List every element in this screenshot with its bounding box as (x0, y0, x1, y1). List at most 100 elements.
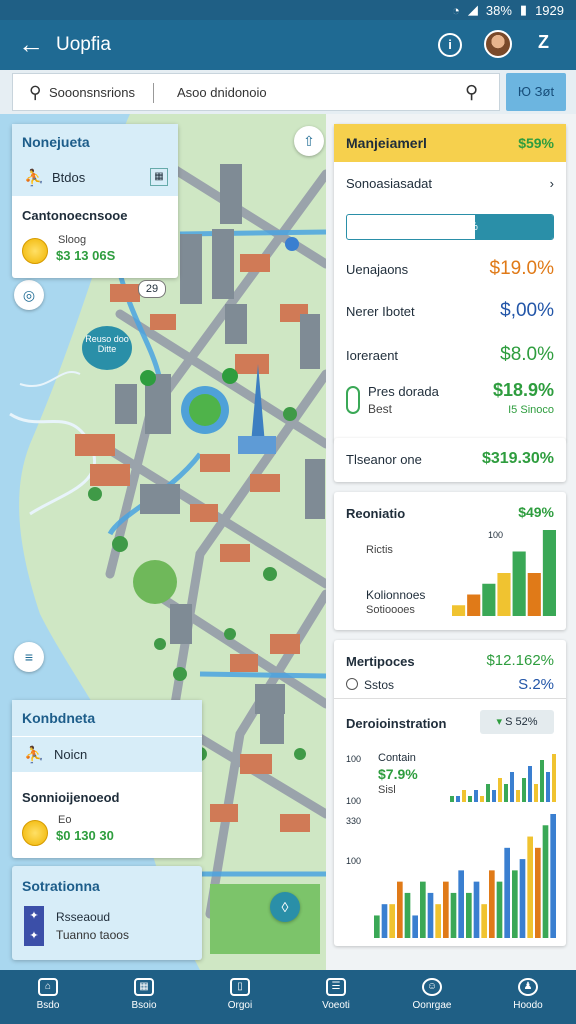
chart-bar (542, 530, 556, 616)
info-icon[interactable]: i (438, 33, 462, 57)
list-icon: ☰ (326, 978, 346, 996)
chart-bar (452, 605, 466, 616)
avatar[interactable] (484, 30, 512, 58)
nav-item-support[interactable]: ♟ Hoodo (480, 970, 576, 1024)
metrics-value: $12.162% (486, 652, 554, 669)
nav-item-calendar[interactable]: ▦ Bsoio (96, 970, 192, 1024)
metrics-sub-label: Sstos (364, 678, 395, 692)
chart-bar (492, 790, 496, 802)
chart1-value: $49% (518, 504, 554, 520)
total-label: Tlseanor one (346, 452, 422, 467)
bubble-line2: Ditte (97, 344, 117, 354)
chart1-svg (452, 530, 556, 616)
chart-bar (381, 904, 388, 938)
stat-label: Nerer Ibotet (346, 304, 415, 319)
chart-bar (542, 825, 549, 938)
progress-bar: $ı% (346, 214, 554, 240)
chart-bar (486, 784, 490, 802)
search-submit-icon[interactable]: ⚲ (465, 82, 478, 103)
y-tick: 100 (346, 796, 362, 806)
metrics-card: Mertipoces $12.162% Sstos S.2% Deroioins… (334, 640, 566, 946)
nav-label: Voeoti (322, 1000, 350, 1011)
stat-row: Nerer Ibotet $,00% (346, 300, 554, 321)
chart-bar (481, 904, 487, 938)
map-marker[interactable]: 29 (138, 280, 166, 298)
chart-bar (552, 754, 556, 802)
chart-bar (522, 778, 526, 802)
dist-legend-sub: Sisl (378, 784, 396, 796)
chart-bar (527, 836, 533, 938)
action-icon[interactable]: Z (538, 32, 549, 53)
pre-value: $18.9% (492, 380, 554, 400)
dropdown-row[interactable]: Sonoasiasadat › (346, 176, 554, 191)
search-input[interactable]: ⚲ Sooonsnsrions Asoo dnidonoio ⚲ (12, 73, 500, 111)
caret-down-icon: ▾ (496, 716, 503, 728)
chart-bar (480, 796, 484, 802)
map-card-bottom2-line2: Tuanno taoos (56, 928, 129, 942)
map-bubble[interactable]: Reuso doo Ditte (82, 326, 132, 370)
chart-bar (462, 790, 466, 802)
dist-badge[interactable]: ▾ S 52% (480, 710, 554, 734)
signal-icon: ◢ (467, 2, 478, 17)
metrics-label: Mertipoces (346, 654, 415, 669)
chart1-label1: Rictis (366, 544, 393, 556)
chart-bar (374, 915, 380, 938)
chart-bar (450, 892, 457, 938)
bike-icon: ⛹ (24, 747, 44, 764)
chart-bar (510, 772, 514, 802)
calendar-icon[interactable]: ▦ (150, 168, 168, 186)
layers-icon[interactable]: ≡ (14, 642, 44, 672)
city-map[interactable]: ⇧ ◎ ≡ ◊ Reuso doo Ditte Nonejueta ⛹ Btdo… (0, 114, 326, 970)
building-icon: ✦ ✦ (24, 906, 44, 946)
map-card-top[interactable]: Nonejueta ⛹ Btdos ▦ Cantonoecnsooe Sloog… (12, 124, 178, 278)
nav-label: Bsdo (36, 1000, 60, 1011)
nav-item-map[interactable]: ▯ Orgoi (192, 970, 288, 1024)
map-card-bottom2[interactable]: Sotrationna ✦ ✦ Rsseaoud Tuanno taoos (12, 866, 202, 960)
chart-bar (546, 772, 550, 802)
nav-label: Oonrgae (412, 1000, 452, 1011)
map-card-bottom-amount: $0 130 30 (56, 828, 114, 843)
search-row: ⚲ Sooonsnsrions Asoo dnidonoio ⚲ Ю Зøt (0, 70, 576, 114)
calendar-icon: ▦ (134, 978, 154, 996)
chart-bar (504, 784, 508, 802)
status-bar: ◔ ◢ 38% ▮ 1929 (0, 0, 576, 20)
map-card-bottom-sub: Eo (58, 814, 72, 826)
divider (334, 698, 566, 699)
map-card-top-title: Cantonoecnsooe (22, 208, 128, 223)
stat-value: $,00% (500, 300, 554, 321)
search-placeholder-left: Sooonsnsrions (49, 85, 135, 100)
chart3-svg (374, 814, 556, 938)
chart-bar (528, 766, 532, 802)
map-card-top-amount: $3 13 06S (56, 248, 116, 263)
nav-label: Bsoio (131, 1000, 157, 1011)
map-card-bottom2-header: Sotrationna (22, 878, 100, 894)
clock-icon (346, 678, 358, 690)
chart-card-1: Reoniatio $49% Rictis Kolionnoes Sotiooo… (334, 492, 566, 630)
compass-icon[interactable]: ⇧ (294, 126, 324, 156)
stat-value: $8.0% (500, 344, 554, 365)
map-card-bottom-header: Konbdneta (12, 700, 202, 736)
back-arrow-icon[interactable]: ← (18, 30, 44, 58)
nav-item-list[interactable]: ☰ Voeoti (288, 970, 384, 1024)
chart-bar (435, 904, 441, 938)
progress-fill (474, 215, 553, 239)
search-button[interactable]: Ю Зøt (506, 73, 566, 111)
progress-handle[interactable] (439, 220, 453, 234)
map-card-bottom[interactable]: Konbdneta ⛹ Noicn Sonnioijenoeod Eo $0 1… (12, 700, 202, 858)
chart1-label3: Sotioooes (366, 604, 415, 616)
map-card-bottom-row-label: Noicn (54, 747, 88, 762)
search-icon: ⚲ (29, 83, 42, 102)
toggle-icon[interactable] (346, 386, 360, 414)
chart-bar (467, 594, 481, 616)
nav-item-profile[interactable]: ☺ Oonrgae (384, 970, 480, 1024)
stat-value: $19.0% (489, 258, 554, 279)
locate-icon[interactable]: ◎ (14, 280, 44, 310)
pre-sub: Best (368, 402, 393, 416)
map-card-top-sub: Sloog (58, 234, 87, 246)
map-card-top-row: ⛹ Btdos ▦ (12, 160, 178, 196)
nav-item-home[interactable]: ⌂ Bsdo (0, 970, 96, 1024)
management-value: $59% (518, 135, 554, 151)
map-action-icon[interactable]: ◊ (270, 892, 300, 922)
stat-row: Ioreraent $8.0% (346, 344, 554, 365)
chart1-label2: Kolionnoes (366, 588, 426, 602)
